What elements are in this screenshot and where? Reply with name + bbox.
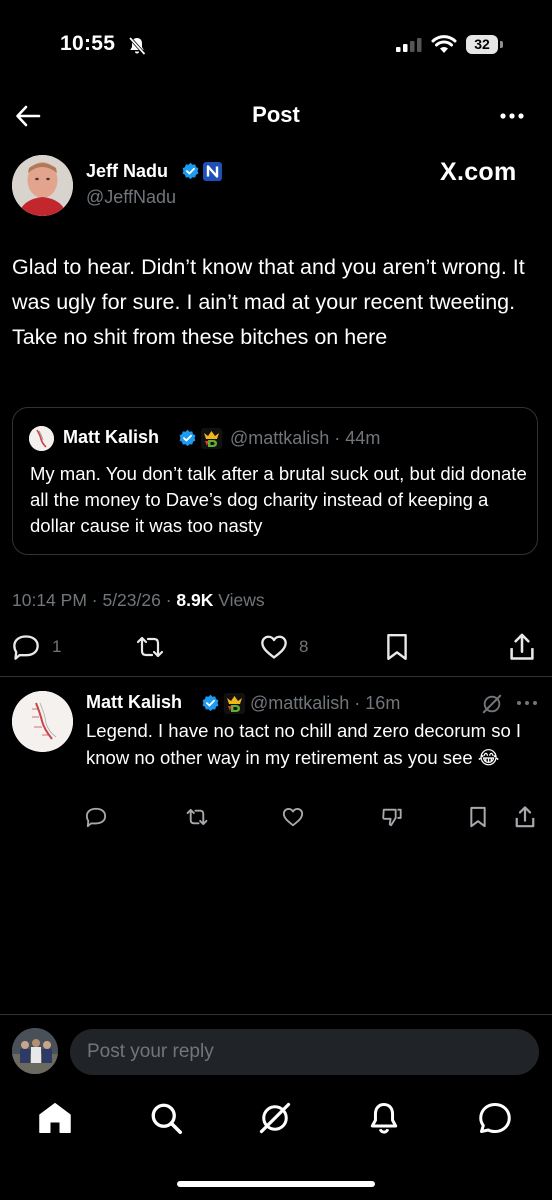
grok-icon[interactable] xyxy=(481,693,503,715)
affiliate-badge-icon xyxy=(203,162,222,181)
like-button[interactable] xyxy=(259,633,289,663)
back-arrow-icon[interactable] xyxy=(14,102,42,130)
views-count: 8.9K xyxy=(176,590,214,610)
divider xyxy=(0,676,552,677)
status-time: 10:55 xyxy=(60,32,116,55)
share-button[interactable] xyxy=(508,632,536,662)
repost-icon[interactable] xyxy=(184,806,210,828)
reply-input[interactable]: Post your reply xyxy=(70,1029,539,1075)
source-label: X.com xyxy=(440,158,517,186)
views-label: Views xyxy=(213,590,265,610)
reply-author-avatar[interactable] xyxy=(12,691,73,752)
author-avatar[interactable] xyxy=(12,155,73,216)
draftkings-badge-icon xyxy=(224,693,245,714)
bookmark-icon xyxy=(387,633,407,661)
quoted-author-avatar xyxy=(29,426,54,451)
reply-text: Legend. I have no tact no chill and zero… xyxy=(86,720,522,768)
quoted-author-name: Matt Kalish xyxy=(63,427,160,447)
reply-icon[interactable] xyxy=(85,806,107,828)
battery-level: 32 xyxy=(466,35,498,54)
bookmark-button[interactable] xyxy=(384,633,410,663)
more-options-icon[interactable] xyxy=(498,104,526,128)
more-options-icon[interactable] xyxy=(515,693,539,713)
author-name[interactable]: Jeff Nadu xyxy=(86,161,168,182)
battery-indicator: 32 xyxy=(466,35,504,54)
share-icon[interactable] xyxy=(514,805,536,829)
battery-cap xyxy=(500,41,503,48)
quoted-post-text: My man. You don’t talk after a brutal su… xyxy=(30,463,527,536)
home-indicator xyxy=(177,1181,375,1187)
notifications-tab-icon[interactable] xyxy=(366,1100,402,1136)
verified-badge-icon xyxy=(178,429,197,448)
bookmark-icon[interactable] xyxy=(468,806,488,828)
author-handle[interactable]: @JeffNadu xyxy=(86,187,176,208)
home-tab-icon[interactable] xyxy=(37,1100,73,1136)
quoted-handle-time: @mattkalish · 44m xyxy=(230,428,381,448)
thumbs-down-icon[interactable] xyxy=(380,806,404,828)
draftkings-badge-icon xyxy=(201,428,222,449)
wifi-icon xyxy=(431,34,457,54)
reply-author-name[interactable]: Matt Kalish xyxy=(86,692,182,713)
like-count: 8 xyxy=(299,637,309,656)
reply-handle-time[interactable]: @mattkalish · 16m xyxy=(250,693,400,714)
heart-icon[interactable] xyxy=(281,806,305,828)
messages-tab-icon[interactable] xyxy=(477,1100,513,1136)
divider xyxy=(0,1014,552,1015)
reply-button[interactable] xyxy=(12,633,40,663)
cellular-signal-icon xyxy=(396,38,422,52)
verified-badge-icon xyxy=(201,694,220,713)
user-avatar[interactable] xyxy=(12,1028,58,1074)
verified-badge-icon xyxy=(181,162,200,181)
post-text: Glad to hear. Didn’t know that and you a… xyxy=(12,255,525,349)
post-meta: 10:14 PM · 5/23/26 · 8.9K Views xyxy=(12,590,265,611)
reply-icon xyxy=(13,635,39,660)
grok-tab-icon[interactable] xyxy=(257,1100,293,1136)
repost-button[interactable] xyxy=(134,633,166,663)
repost-icon xyxy=(136,636,164,658)
search-tab-icon[interactable] xyxy=(148,1100,184,1136)
share-icon xyxy=(510,633,534,660)
reply-count: 1 xyxy=(52,637,62,656)
page-title: Post xyxy=(252,102,300,127)
post-timestamp: 10:14 PM · 5/23/26 · xyxy=(12,590,177,610)
heart-icon xyxy=(261,635,287,659)
bell-slash-icon xyxy=(127,36,147,56)
